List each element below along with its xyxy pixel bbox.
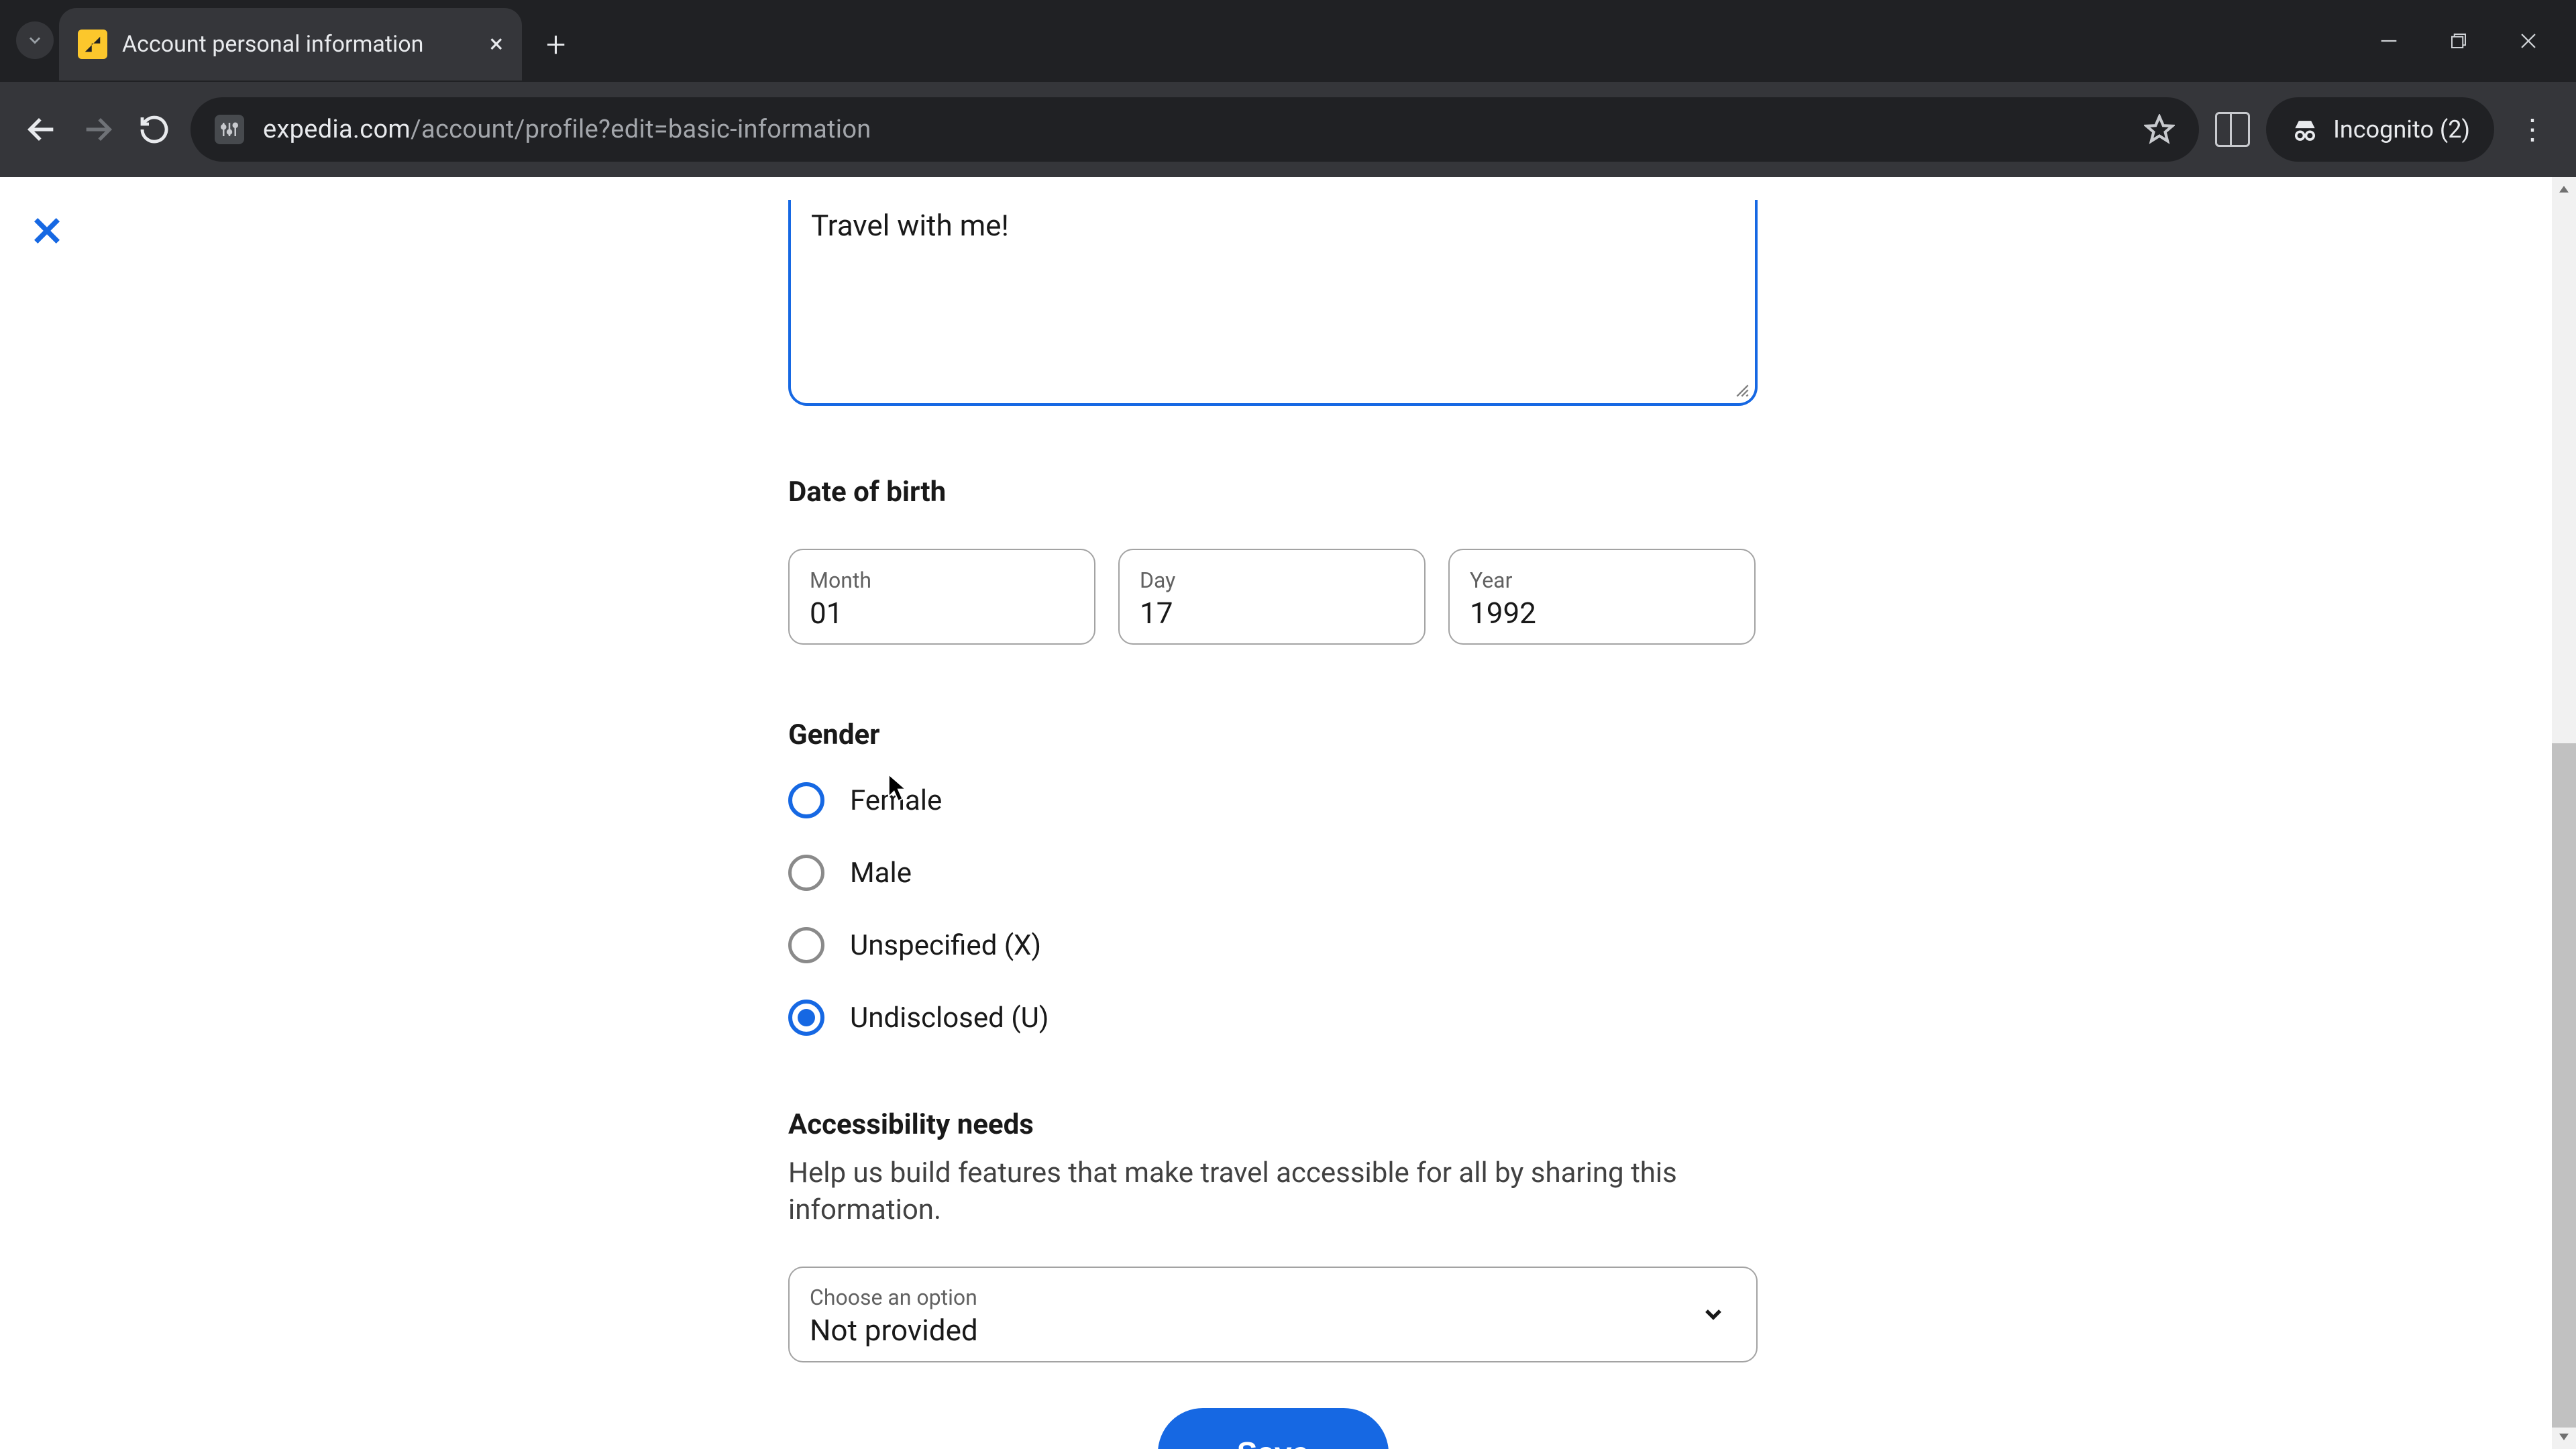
side-panel-icon[interactable] [2215,112,2250,147]
dob-day-field[interactable]: Day 17 [1118,549,1426,645]
save-button[interactable]: Save [1158,1408,1389,1449]
accessibility-select[interactable]: Choose an option Not provided [788,1267,1758,1362]
accessibility-heading: Accessibility needs [788,1108,1758,1141]
incognito-label: Incognito (2) [2333,115,2470,144]
gender-label-female: Female [850,784,942,817]
dob-month-value: 01 [810,596,1074,631]
dob-month-label: Month [810,568,1074,593]
dob-day-label: Day [1140,568,1404,593]
bookmark-icon[interactable] [2144,114,2175,145]
url-text: expedia.com/account/profile?edit=basic-i… [263,115,871,144]
address-bar[interactable]: expedia.com/account/profile?edit=basic-i… [191,97,2199,162]
profile-form: Date of birth Month 01 Day 17 Year 1992 … [788,177,1758,1449]
page-viewport: Date of birth Month 01 Day 17 Year 1992 … [0,177,2576,1449]
accessibility-helper-text: Help us build features that make travel … [788,1155,1714,1229]
gender-heading: Gender [788,718,1758,751]
resize-handle-icon[interactable] [1731,379,1750,398]
scroll-up-icon[interactable] [2556,181,2572,197]
gender-option-female[interactable]: Female [788,782,1758,818]
new-tab-button[interactable]: + [546,24,566,65]
accessibility-select-value: Not provided [810,1313,1736,1348]
incognito-chip[interactable]: Incognito (2) [2266,97,2494,162]
scroll-down-icon[interactable] [2556,1429,2572,1445]
gender-radio-group: Female Male Unspecified (X) Undisclosed … [788,782,1758,1036]
tab-search-button[interactable] [16,21,54,59]
reload-button[interactable] [134,109,174,150]
tab-close-icon[interactable]: × [490,30,503,59]
tab-title: Account personal information [122,31,475,58]
back-button[interactable] [21,109,62,150]
dob-day-value: 17 [1140,596,1404,631]
site-settings-icon[interactable] [215,115,244,144]
radio-icon [788,782,824,818]
radio-icon [788,927,824,963]
gender-option-male[interactable]: Male [788,855,1758,891]
window-controls [2377,0,2576,52]
gender-option-unspecified[interactable]: Unspecified (X) [788,927,1758,963]
gender-label-unspecified: Unspecified (X) [850,929,1041,962]
gender-label-male: Male [850,857,912,890]
accessibility-select-label: Choose an option [810,1285,1736,1310]
incognito-icon [2290,115,2320,144]
browser-toolbar: expedia.com/account/profile?edit=basic-i… [0,82,2576,177]
browser-titlebar: Account personal information × + [0,0,2576,82]
forward-button[interactable] [78,109,118,150]
dob-year-field[interactable]: Year 1992 [1448,549,1756,645]
maximize-button[interactable] [2449,30,2469,52]
close-window-button[interactable] [2517,30,2540,52]
gender-label-undisclosed: Undisclosed (U) [850,1002,1049,1034]
chevron-down-icon [1700,1301,1727,1328]
expedia-favicon-icon [78,30,107,59]
dob-month-field[interactable]: Month 01 [788,549,1095,645]
browser-tab[interactable]: Account personal information × [59,8,522,80]
radio-icon [788,1000,824,1036]
scrollbar-thumb[interactable] [2552,743,2576,1428]
dob-year-label: Year [1470,568,1734,593]
close-dialog-button[interactable] [28,212,66,250]
radio-icon [788,855,824,891]
minimize-button[interactable] [2377,30,2400,52]
dob-year-value: 1992 [1470,596,1734,631]
dob-heading: Date of birth [788,476,1758,508]
browser-menu-button[interactable]: ⋮ [2510,113,2555,146]
gender-option-undisclosed[interactable]: Undisclosed (U) [788,1000,1758,1036]
bio-textarea[interactable] [788,200,1758,406]
